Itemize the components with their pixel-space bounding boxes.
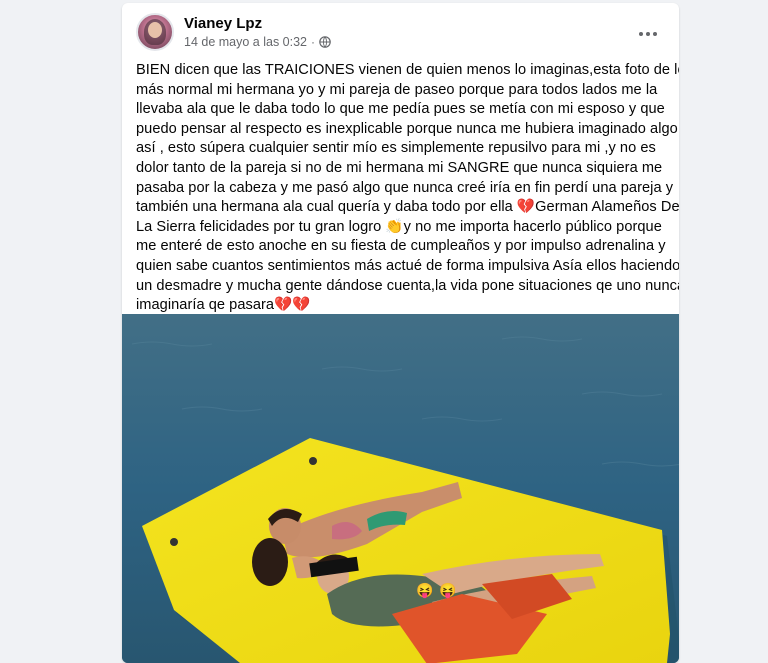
post-meta: 14 de mayo a las 0:32 ·	[184, 35, 331, 49]
post-photo[interactable]: 😝 😝	[122, 314, 679, 663]
more-dot	[646, 32, 650, 36]
post-text-line: más normal mi hermana yo y mi pareja de …	[136, 81, 658, 98]
meta-separator: ·	[311, 35, 315, 49]
post-text-line: quien sabe cuantos sentimientos más actu…	[136, 257, 679, 274]
post-text-line: me enteré de esto anoche en su fiesta de…	[136, 238, 666, 255]
post-header: Vianey Lpz 14 de mayo a las 0:32 ·	[136, 13, 667, 57]
post-text-line: pasaba por la cabeza y me pasó algo que …	[136, 179, 674, 196]
post-text-line: La Sierra felicidades por tu gran logro …	[136, 218, 662, 235]
author-name[interactable]: Vianey Lpz	[184, 15, 262, 32]
post-text-line: imaginaría qe pasara💔💔	[136, 297, 311, 314]
avatar[interactable]	[136, 13, 174, 51]
float-hole	[309, 457, 317, 465]
post-text-line: un desmadre y mucha gente dándose cuenta…	[136, 277, 679, 294]
more-dot	[639, 32, 643, 36]
more-options-icon[interactable]	[633, 19, 663, 49]
emoji-face: 😝	[439, 582, 456, 599]
post-card: Vianey Lpz 14 de mayo a las 0:32 · BIEN …	[122, 3, 679, 663]
post-text-line: llevaba ala que le daba todo lo que me p…	[136, 101, 665, 118]
emoji-face: 😝	[416, 582, 433, 599]
avatar-face	[148, 22, 162, 38]
post-text-line: dolor tanto de la pareja si no de mi her…	[136, 159, 663, 176]
post-text-line: también una hermana ala cual quería y da…	[136, 199, 679, 216]
float-hole	[170, 538, 178, 546]
lake-float-photo: 😝 😝	[122, 314, 679, 663]
post-timestamp[interactable]: 14 de mayo a las 0:32	[184, 35, 307, 49]
more-dot	[653, 32, 657, 36]
post-text: BIEN dicen que las TRAICIONES vienen de …	[136, 61, 679, 316]
post-text-line: BIEN dicen que las TRAICIONES vienen de …	[136, 62, 679, 78]
post-text-line: así , esto súpera cualquier sentir mío e…	[136, 140, 656, 157]
globe-icon[interactable]	[319, 36, 331, 48]
post-text-line: puedo pensar al respecto es inexplicable…	[136, 120, 678, 137]
